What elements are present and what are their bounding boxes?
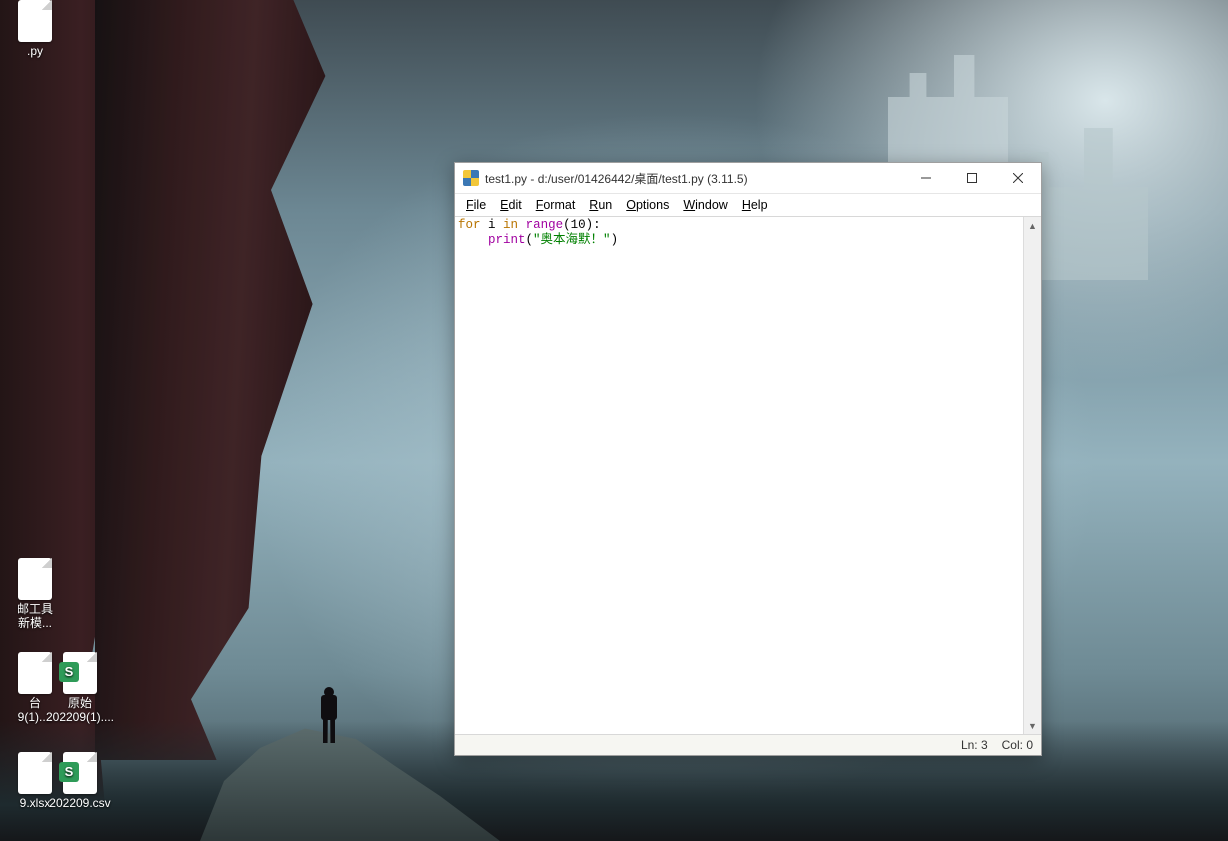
- wallpaper-rock-pillar: [95, 0, 415, 760]
- menu-edit[interactable]: Edit: [493, 196, 529, 214]
- status-line: Ln: 3: [961, 738, 988, 752]
- scroll-down-button[interactable]: ▼: [1024, 717, 1041, 734]
- maximize-button[interactable]: [949, 163, 995, 193]
- identifier-i: i: [481, 218, 504, 232]
- scroll-up-button[interactable]: ▲: [1024, 217, 1041, 234]
- spreadsheet-file-icon: [63, 652, 97, 694]
- keyword-in: in: [503, 218, 518, 232]
- minimize-button[interactable]: [903, 163, 949, 193]
- menu-run[interactable]: Run: [582, 196, 619, 214]
- vertical-scrollbar[interactable]: ▲ ▼: [1023, 217, 1041, 734]
- menu-help[interactable]: Help: [735, 196, 775, 214]
- desktop-icon-label: 原始202209(1)....: [45, 696, 115, 724]
- builtin-print: print: [488, 233, 526, 247]
- code-editor[interactable]: for i in range(10): print("奥本海默！"): [455, 217, 1023, 734]
- builtin-range: range: [526, 218, 564, 232]
- close-button[interactable]: [995, 163, 1041, 193]
- idle-editor-window[interactable]: test1.py - d:/user/01426442/桌面/test1.py …: [454, 162, 1042, 756]
- file-icon: [18, 0, 52, 42]
- desktop-icon-label: 202209.csv: [45, 796, 115, 810]
- desktop-icon-label: .py: [0, 44, 70, 58]
- keyword-for: for: [458, 218, 481, 232]
- statusbar: Ln: 3 Col: 0: [455, 734, 1041, 755]
- wallpaper-figure: [318, 687, 340, 745]
- call-args: (10):: [563, 218, 601, 232]
- menu-file[interactable]: File: [459, 196, 493, 214]
- file-icon: [18, 558, 52, 600]
- string-literal: "奥本海默！": [533, 233, 611, 247]
- menubar[interactable]: FileEditFormatRunOptionsWindowHelp: [455, 194, 1041, 217]
- spreadsheet-file-icon: [63, 752, 97, 794]
- status-col: Col: 0: [1002, 738, 1033, 752]
- menu-options[interactable]: Options: [619, 196, 676, 214]
- desktop-icon-0[interactable]: .py: [0, 0, 70, 58]
- desktop-icon-label: 邮工具新模...: [0, 602, 70, 630]
- desktop-icon-3[interactable]: 原始202209(1)....: [45, 652, 115, 724]
- desktop-icon-1[interactable]: 邮工具新模...: [0, 558, 70, 630]
- titlebar[interactable]: test1.py - d:/user/01426442/桌面/test1.py …: [455, 163, 1041, 194]
- menu-window[interactable]: Window: [676, 196, 734, 214]
- desktop[interactable]: .py邮工具新模...台9(1)....原始202209(1)....9.xls…: [0, 0, 1228, 841]
- desktop-icon-5[interactable]: 202209.csv: [45, 752, 115, 810]
- menu-format[interactable]: Format: [529, 196, 583, 214]
- python-idle-icon: [463, 170, 479, 186]
- window-title: test1.py - d:/user/01426442/桌面/test1.py …: [485, 170, 903, 187]
